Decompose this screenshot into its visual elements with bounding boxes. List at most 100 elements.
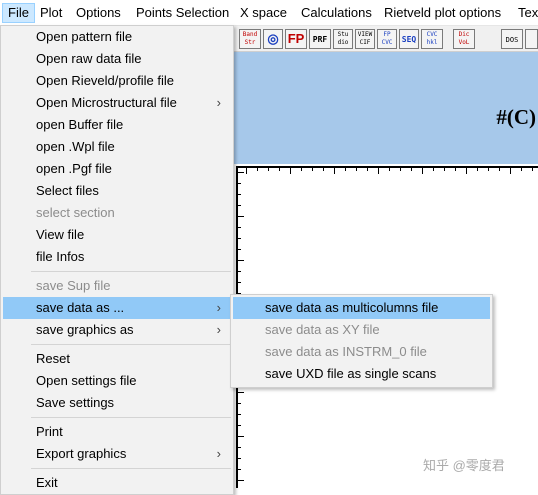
menu-separator <box>31 468 231 469</box>
x-axis-tick <box>455 168 456 171</box>
menu-item-label: open Buffer file <box>36 117 124 132</box>
y-axis-tick <box>238 172 244 173</box>
x-axis-tick <box>389 168 390 171</box>
x-axis-tick <box>411 168 412 171</box>
x-axis-tick <box>367 168 368 171</box>
x-axis-tick <box>334 168 335 174</box>
submenu-item-save-uxd-single-scans[interactable]: save UXD file as single scans <box>233 363 490 385</box>
x-axis-tick <box>301 168 302 171</box>
menu-item-open-wpl-file[interactable]: open .Wpl file <box>3 136 231 158</box>
menu-item-label: save data as ... <box>36 300 125 315</box>
menu-item-label: save UXD file as single scans <box>265 366 437 381</box>
menu-separator <box>31 271 231 272</box>
y-axis-tick <box>238 194 241 195</box>
save-data-submenu: save data as multicolumns file save data… <box>230 294 493 388</box>
watermark-text: 知乎 @零度君 <box>423 458 505 473</box>
y-axis-tick <box>238 183 241 184</box>
menu-tex[interactable]: Tex <box>513 3 538 23</box>
chevron-right-icon: › <box>216 322 221 337</box>
menu-item-label: Print <box>36 424 63 439</box>
menu-item-open-rietveld-profile-file[interactable]: Open Rieveld/profile file <box>3 70 231 92</box>
toolbar: Band Str ◎ FP PRF Stu dio VIEW CIF FP CV… <box>234 26 538 52</box>
view-cif-icon[interactable]: VIEW CIF <box>355 29 375 49</box>
y-axis-tick <box>238 403 241 404</box>
menu-item-print[interactable]: Print <box>3 421 231 443</box>
menu-item-label: save graphics as <box>36 322 134 337</box>
x-axis-tick <box>532 168 533 171</box>
studio-icon[interactable]: Stu dio <box>333 29 353 49</box>
menu-calculations[interactable]: Calculations <box>296 3 377 23</box>
menu-item-open-raw-data-file[interactable]: Open raw data file <box>3 48 231 70</box>
fp-cvc-icon[interactable]: FP CVC <box>377 29 397 49</box>
menu-item-export-graphics[interactable]: Export graphics › <box>3 443 231 465</box>
x-axis-tick <box>378 168 379 174</box>
submenu-item-save-multicolumns[interactable]: save data as multicolumns file <box>233 297 490 319</box>
menu-item-view-file[interactable]: View file <box>3 224 231 246</box>
menu-item-save-sup-file: save Sup file <box>3 275 231 297</box>
y-axis-tick <box>238 392 244 393</box>
submenu-item-save-xy: save data as XY file <box>233 319 490 341</box>
target-icon[interactable]: ◎ <box>263 29 283 49</box>
dicvol-icon[interactable]: Dic VoL <box>453 29 475 49</box>
cvc-hkl-icon[interactable]: CVC hkl <box>421 29 443 49</box>
x-axis-tick <box>510 168 511 174</box>
menu-points-selection[interactable]: Points Selection <box>131 3 234 23</box>
menu-item-open-microstructural-file[interactable]: Open Microstructural file › <box>3 92 231 114</box>
menu-item-exit[interactable]: Exit <box>3 472 231 494</box>
menu-item-label: Select files <box>36 183 99 198</box>
menu-item-open-buffer-file[interactable]: open Buffer file <box>3 114 231 136</box>
x-axis-tick <box>246 168 247 174</box>
menu-item-label: Open Microstructural file <box>36 95 177 110</box>
x-axis-tick <box>268 168 269 171</box>
y-axis-tick <box>238 205 241 206</box>
menu-item-reset[interactable]: Reset <box>3 348 231 370</box>
menu-item-open-pgf-file[interactable]: open .Pgf file <box>3 158 231 180</box>
x-axis-tick <box>444 168 445 171</box>
prf-icon[interactable]: PRF <box>309 29 331 49</box>
menu-item-open-pattern-file[interactable]: Open pattern file <box>3 26 231 48</box>
x-axis-tick <box>400 168 401 171</box>
menu-item-label: save data as multicolumns file <box>265 300 439 315</box>
menu-item-label: save data as INSTRM_0 file <box>265 344 427 359</box>
menu-separator <box>31 344 231 345</box>
menu-item-save-data-as[interactable]: save data as ... › <box>3 297 231 319</box>
menu-item-file-infos[interactable]: file Infos <box>3 246 231 268</box>
band-structure-icon[interactable]: Band Str <box>239 29 261 49</box>
menu-item-label: Save settings <box>36 395 115 410</box>
fullprof-icon[interactable]: FP <box>285 29 307 49</box>
menu-item-save-settings[interactable]: Save settings <box>3 392 231 414</box>
y-axis-tick <box>238 271 241 272</box>
y-axis-tick <box>238 260 244 261</box>
menu-separator <box>31 417 231 418</box>
menu-item-label: Open settings file <box>36 373 137 388</box>
y-axis-tick <box>238 425 241 426</box>
menu-item-label: open .Pgf file <box>36 161 112 176</box>
menu-file[interactable]: File <box>2 3 35 23</box>
menu-item-label: Reset <box>36 351 70 366</box>
seq-icon[interactable]: SEQ <box>399 29 419 49</box>
chevron-right-icon: › <box>216 300 221 315</box>
x-axis-tick <box>323 168 324 171</box>
file-menu-dropdown: Open pattern file Open raw data file Ope… <box>0 25 234 495</box>
menu-x-space[interactable]: X space <box>235 3 292 23</box>
y-axis-tick <box>238 480 244 481</box>
menu-item-label: save data as XY file <box>265 322 380 337</box>
menu-plot[interactable]: Plot <box>35 3 67 23</box>
y-axis-tick <box>238 436 244 437</box>
menu-rietveld-plot-options[interactable]: Rietveld plot options <box>379 3 506 23</box>
x-axis-tick <box>279 168 280 171</box>
menu-item-select-files[interactable]: Select files <box>3 180 231 202</box>
dos-grid-icon[interactable] <box>525 29 538 49</box>
submenu-item-save-instrm0: save data as INSTRM_0 file <box>233 341 490 363</box>
y-axis-tick <box>238 469 241 470</box>
menu-item-save-graphics-as[interactable]: save graphics as › <box>3 319 231 341</box>
y-axis-tick <box>238 249 241 250</box>
menu-options[interactable]: Options <box>71 3 126 23</box>
y-axis-tick <box>238 282 241 283</box>
menu-item-open-settings-file[interactable]: Open settings file <box>3 370 231 392</box>
dos-icon[interactable]: DOS <box>501 29 523 49</box>
y-axis-tick <box>238 216 244 217</box>
y-axis-tick <box>238 414 241 415</box>
x-axis-tick <box>499 168 500 171</box>
x-axis-tick <box>257 168 258 171</box>
